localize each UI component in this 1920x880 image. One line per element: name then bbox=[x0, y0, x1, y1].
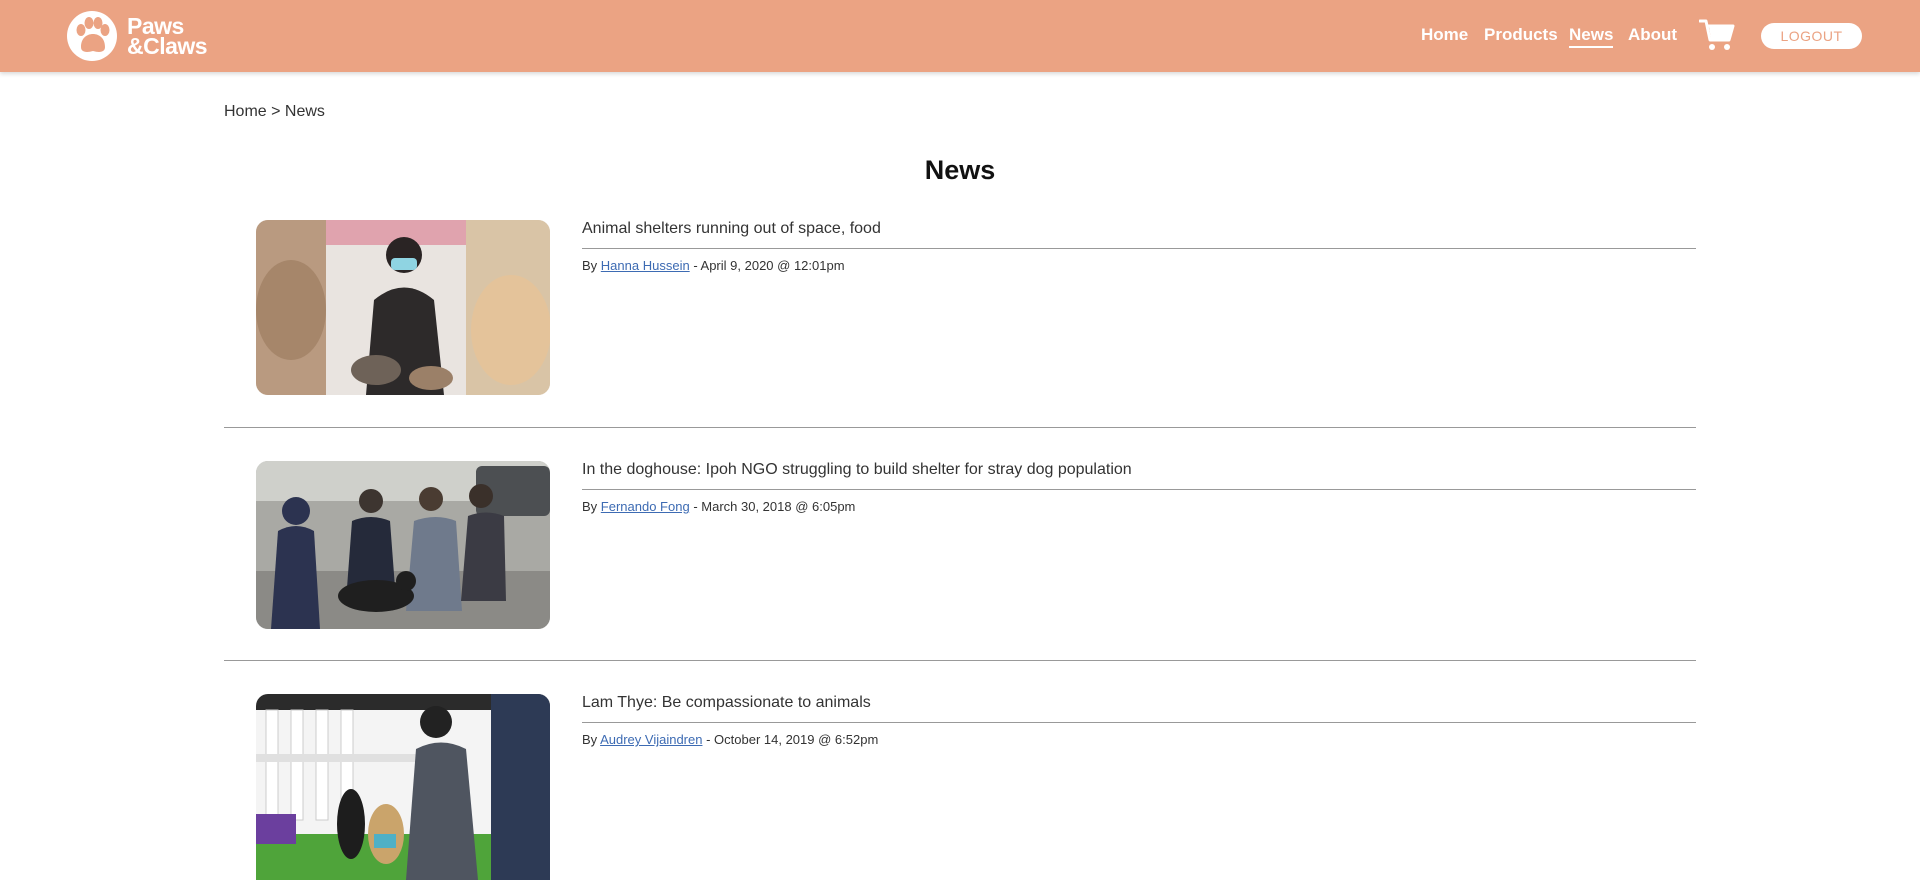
news-thumbnail[interactable] bbox=[256, 220, 550, 395]
news-date: - April 9, 2020 @ 12:01pm bbox=[693, 258, 845, 273]
nav-news[interactable]: News bbox=[1569, 25, 1614, 48]
page-title: News bbox=[924, 155, 996, 185]
news-meta: By Audrey Vijaindren - October 14, 2019 … bbox=[582, 732, 878, 747]
nav-home[interactable]: Home bbox=[1421, 25, 1468, 45]
divider bbox=[224, 427, 1696, 428]
news-thumbnail[interactable] bbox=[256, 694, 550, 880]
news-thumbnail[interactable] bbox=[256, 461, 550, 629]
site-header: Paws &Claws Home Products News About LOG… bbox=[0, 0, 1920, 72]
nav-products[interactable]: Products bbox=[1484, 25, 1558, 45]
paw-icon bbox=[67, 11, 117, 61]
news-title[interactable]: Animal shelters running out of space, fo… bbox=[582, 220, 1696, 249]
news-meta: By Hanna Hussein - April 9, 2020 @ 12:01… bbox=[582, 258, 845, 273]
brand-logo[interactable]: Paws &Claws bbox=[67, 11, 208, 61]
author-link[interactable]: Fernando Fong bbox=[601, 499, 690, 514]
news-date: - October 14, 2019 @ 6:52pm bbox=[706, 732, 879, 747]
cart-icon[interactable] bbox=[1698, 18, 1735, 52]
author-link[interactable]: Audrey Vijaindren bbox=[600, 732, 702, 747]
news-item: Lam Thye: Be compassionate to animals By… bbox=[224, 694, 1696, 880]
logout-button[interactable]: LOGOUT bbox=[1761, 23, 1862, 49]
breadcrumb: Home > News bbox=[224, 103, 325, 120]
news-meta: By Fernando Fong - March 30, 2018 @ 6:05… bbox=[582, 499, 855, 514]
brand-line2: &Claws bbox=[127, 33, 208, 59]
brand-name: Paws &Claws bbox=[127, 15, 208, 59]
news-title[interactable]: In the doghouse: Ipoh NGO struggling to … bbox=[582, 461, 1696, 490]
by-label: By bbox=[582, 732, 598, 747]
news-title[interactable]: Lam Thye: Be compassionate to animals bbox=[582, 694, 1696, 723]
divider bbox=[224, 660, 1696, 661]
news-item: Animal shelters running out of space, fo… bbox=[224, 220, 1696, 395]
by-label: By bbox=[582, 258, 598, 273]
news-date: - March 30, 2018 @ 6:05pm bbox=[693, 499, 856, 514]
news-item: In the doghouse: Ipoh NGO struggling to … bbox=[224, 461, 1696, 629]
nav-about[interactable]: About bbox=[1628, 25, 1677, 45]
author-link[interactable]: Hanna Hussein bbox=[601, 258, 690, 273]
by-label: By bbox=[582, 499, 598, 514]
